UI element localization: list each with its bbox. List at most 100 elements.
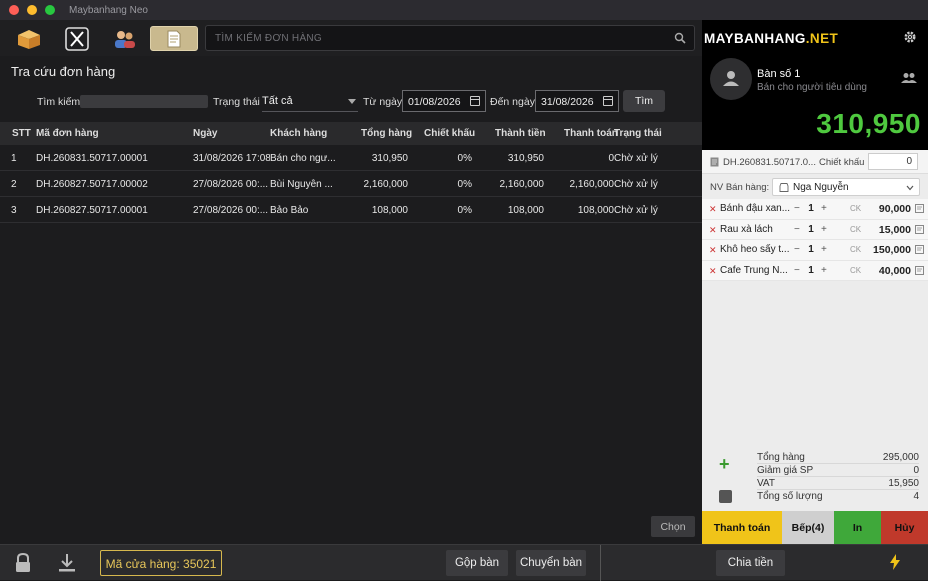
calendar-icon[interactable] (603, 96, 613, 106)
order-search-input[interactable]: TÌM KIẾM ĐƠN HÀNG (205, 25, 695, 51)
cancel-button[interactable]: Hủy (881, 511, 928, 544)
to-date-input[interactable]: 31/08/2026 (535, 90, 619, 112)
zoom-window-button[interactable] (45, 5, 55, 15)
summary-item-discount: Giảm giá SP 0 (757, 465, 919, 477)
avatar[interactable] (710, 58, 752, 100)
from-date-input[interactable]: 01/08/2026 (402, 90, 486, 112)
cell-paid: 108,000 (577, 205, 614, 216)
decrease-qty-button[interactable]: − (794, 244, 804, 255)
cell-discount: 0% (457, 179, 472, 190)
cell-date: 31/08/2026 17:08 (193, 153, 270, 164)
order-item[interactable]: ✕ Rau xà lách − 1 + CK 15,000 (702, 219, 928, 240)
order-info-bar: DH.260831.50717.0... Chiết khấu 0 (702, 150, 928, 174)
staff-label: NV Bán hàng: (710, 182, 770, 193)
table-name: Bàn số 1 (757, 68, 801, 80)
merge-table-button[interactable]: Gộp bàn (446, 550, 508, 576)
cell-paid: 0 (608, 153, 614, 164)
remove-item-icon[interactable]: ✕ (709, 266, 717, 277)
table-row[interactable]: 1 DH.260831.50717.00001 31/08/2026 17:08… (0, 145, 702, 171)
transfer-table-button[interactable]: Chuyển bàn (516, 550, 586, 576)
table-row[interactable]: 2 DH.260827.50717.00002 27/08/2026 00:..… (0, 171, 702, 197)
orders-icon[interactable] (150, 26, 198, 51)
print-button[interactable]: In (834, 511, 881, 544)
decrease-qty-button[interactable]: − (794, 203, 804, 214)
item-qty: 1 (808, 264, 814, 276)
pay-button[interactable]: Thanh toán (702, 511, 782, 544)
order-item[interactable]: ✕ Khô heo sấy t... − 1 + CK 150,000 (702, 240, 928, 261)
col-header-status: Trạng thái (614, 128, 662, 139)
page-title: Tra cứu đơn hàng (11, 64, 116, 79)
order-panel: MAYBANHANG.NET Bàn số 1 Bán cho người ti… (702, 20, 928, 544)
staff-value: Nga Nguyễn (793, 182, 849, 193)
remove-item-icon[interactable]: ✕ (709, 225, 717, 236)
item-qty: 1 (808, 203, 814, 214)
lightning-icon[interactable] (888, 554, 910, 576)
select-order-button[interactable]: Chọn (651, 516, 695, 537)
col-header-customer: Khách hàng (270, 128, 328, 139)
item-qty: 1 (808, 223, 814, 235)
note-icon[interactable] (915, 265, 924, 278)
increase-qty-button[interactable]: + (821, 203, 827, 214)
increase-qty-button[interactable]: + (821, 265, 827, 276)
table-row[interactable]: 3 DH.260827.50717.00001 27/08/2026 00:..… (0, 197, 702, 223)
discount-input[interactable]: 0 (868, 153, 918, 170)
customer-group-icon[interactable] (901, 72, 917, 87)
close-window-button[interactable] (9, 5, 19, 15)
cell-paid: 2,160,000 (569, 179, 615, 190)
col-header-date: Ngày (193, 128, 218, 139)
from-date-value: 01/08/2026 (408, 96, 461, 108)
cell-subtotal: 310,950 (371, 153, 408, 164)
item-price: 90,000 (878, 203, 911, 215)
box-icon[interactable] (14, 26, 44, 51)
status-select[interactable]: Tất cả (262, 92, 358, 112)
decrease-qty-button[interactable]: − (794, 265, 804, 276)
from-date-label: Từ ngày (363, 96, 403, 108)
item-discount-label[interactable]: CK (850, 204, 861, 213)
receipt-icon (710, 157, 719, 170)
staff-select[interactable]: Nga Nguyễn (772, 178, 920, 196)
lock-icon[interactable] (13, 552, 35, 574)
cell-date: 27/08/2026 00:... (193, 205, 269, 216)
summary-vat: VAT 15,950 (757, 478, 919, 490)
item-discount-label[interactable]: CK (850, 245, 861, 254)
order-item[interactable]: ✕ Bánh đậu xan... − 1 + CK 90,000 (702, 199, 928, 220)
decrease-qty-button[interactable]: − (794, 224, 804, 235)
cell-stt: 3 (11, 205, 17, 216)
note-icon[interactable] (915, 245, 924, 257)
increase-qty-button[interactable]: + (821, 224, 827, 235)
increase-qty-button[interactable]: + (821, 244, 827, 255)
note-icon[interactable] (915, 224, 924, 237)
item-discount-label[interactable]: CK (850, 225, 861, 234)
users-icon[interactable] (110, 26, 140, 51)
staff-row: NV Bán hàng: Nga Nguyễn (702, 178, 928, 198)
search-button[interactable]: Tìm (623, 90, 665, 112)
summary-subtotal: Tổng hàng 295,000 (757, 452, 919, 464)
chevron-down-icon (348, 99, 356, 104)
cell-stt: 2 (11, 179, 17, 190)
customer-name[interactable]: Bán cho người tiêu dùng (757, 82, 867, 93)
remove-item-icon[interactable]: ✕ (709, 245, 717, 256)
utensils-icon[interactable] (62, 26, 92, 51)
to-date-value: 31/08/2026 (541, 96, 594, 108)
kitchen-button[interactable]: Bếp(4) (782, 511, 834, 544)
filter-bar: Tìm kiếm Trạng thái Tất cả Từ ngày 01/08… (0, 90, 702, 114)
minimize-window-button[interactable] (27, 5, 37, 15)
store-icon (779, 183, 789, 195)
gear-icon[interactable] (903, 30, 917, 47)
note-icon[interactable] (915, 204, 924, 216)
download-icon[interactable] (56, 552, 78, 574)
search-icon[interactable] (674, 32, 686, 47)
calendar-icon[interactable] (470, 96, 480, 106)
cell-subtotal: 108,000 (371, 205, 408, 216)
item-name: Khô heo sấy t... (720, 244, 790, 255)
cell-stt: 1 (11, 153, 17, 164)
summary-qty: Tổng số lượng 4 (757, 491, 919, 502)
split-bill-button[interactable]: Chia tiền (716, 550, 785, 576)
remove-item-icon[interactable]: ✕ (709, 204, 717, 215)
cell-total: 2,160,000 (499, 179, 545, 190)
col-header-paid: Thanh toán (564, 128, 618, 139)
keyword-input[interactable] (80, 95, 208, 108)
item-discount-label[interactable]: CK (850, 266, 861, 275)
order-item[interactable]: ✕ Cafe Trung N... − 1 + CK 40,000 (702, 260, 928, 281)
col-header-total: Thành tiền (495, 128, 546, 139)
